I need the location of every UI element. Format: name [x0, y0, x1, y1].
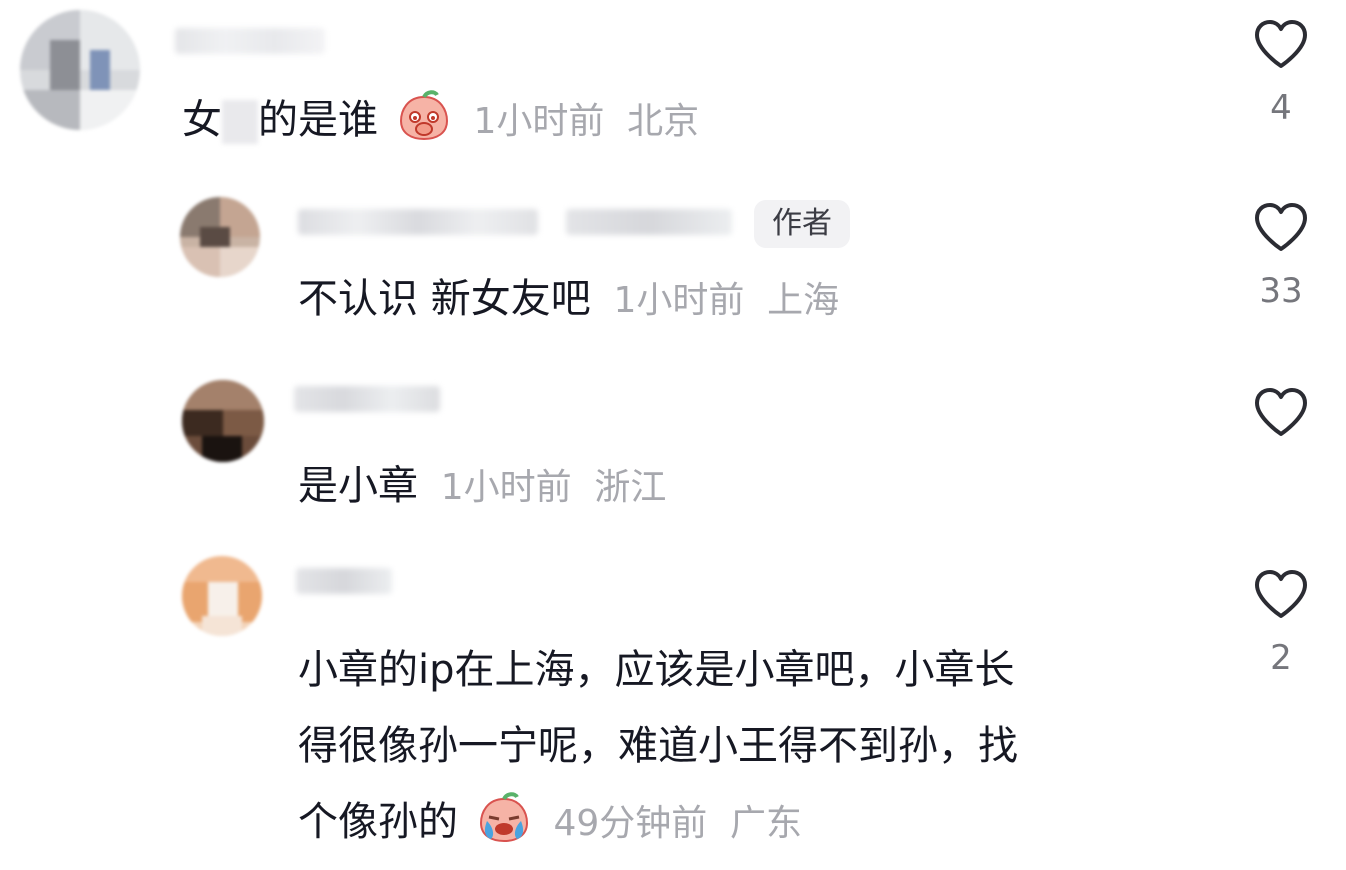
comment-time: 1小时前 [473, 101, 605, 142]
like-button[interactable]: 2 [1251, 568, 1311, 678]
like-count: 4 [1270, 88, 1292, 128]
comment-location: 北京 [627, 101, 700, 142]
author-badge: 作者 [754, 200, 850, 248]
heart-outline-icon [1255, 20, 1307, 68]
avatar[interactable] [180, 197, 260, 277]
like-button[interactable]: 4 [1251, 18, 1311, 128]
heart-outline-icon [1255, 388, 1307, 436]
reply-item[interactable]: 小章的ip在上海，应该是小章吧，小章长 得很像孙一宁呢，难道小王得不到孙，找 个… [0, 550, 1346, 858]
like-button[interactable]: 33 [1251, 201, 1311, 311]
covering-mouth-peach-emoji [397, 89, 451, 143]
like-button[interactable] [1251, 386, 1311, 456]
comment-text: 是小章 1小时前 浙江 [298, 463, 667, 509]
avatar[interactable] [20, 10, 140, 130]
heart-outline-icon [1255, 570, 1307, 618]
like-count: 33 [1259, 271, 1303, 311]
username-blurred[interactable] [294, 386, 440, 412]
username-blurred[interactable] [296, 568, 392, 594]
avatar[interactable] [182, 556, 262, 636]
blurred-character [222, 100, 258, 144]
comment-time: 49分钟前 [553, 803, 708, 844]
like-count: 2 [1270, 638, 1292, 678]
comment-location: 上海 [767, 280, 840, 321]
heart-outline-icon [1255, 203, 1307, 251]
comment-text: 不认识 新女友吧 1小时前 上海 [298, 276, 840, 322]
comment-text: 小章的ip在上海，应该是小章吧，小章长 得很像孙一宁呢，难道小王得不到孙，找 个… [298, 647, 1018, 845]
comment-text: 女 的是谁 1小时前 北京 [182, 82, 699, 160]
reply-item[interactable]: 作者 不认识 新女友吧 1小时前 上海 33 [0, 185, 1346, 365]
crying-peach-emoji [477, 791, 531, 845]
username-blurred-suffix[interactable] [566, 209, 732, 235]
avatar[interactable] [182, 380, 264, 462]
comment-location: 浙江 [594, 467, 667, 508]
comment-time: 1小时前 [613, 280, 745, 321]
comment-item[interactable]: 女 的是谁 1小时前 北京 4 [0, 0, 1346, 180]
comment-time: 1小时前 [440, 467, 572, 508]
username-blurred[interactable] [175, 28, 325, 54]
username-blurred[interactable] [298, 209, 538, 235]
comment-location: 广东 [729, 803, 802, 844]
reply-item[interactable]: 是小章 1小时前 浙江 [0, 370, 1346, 550]
